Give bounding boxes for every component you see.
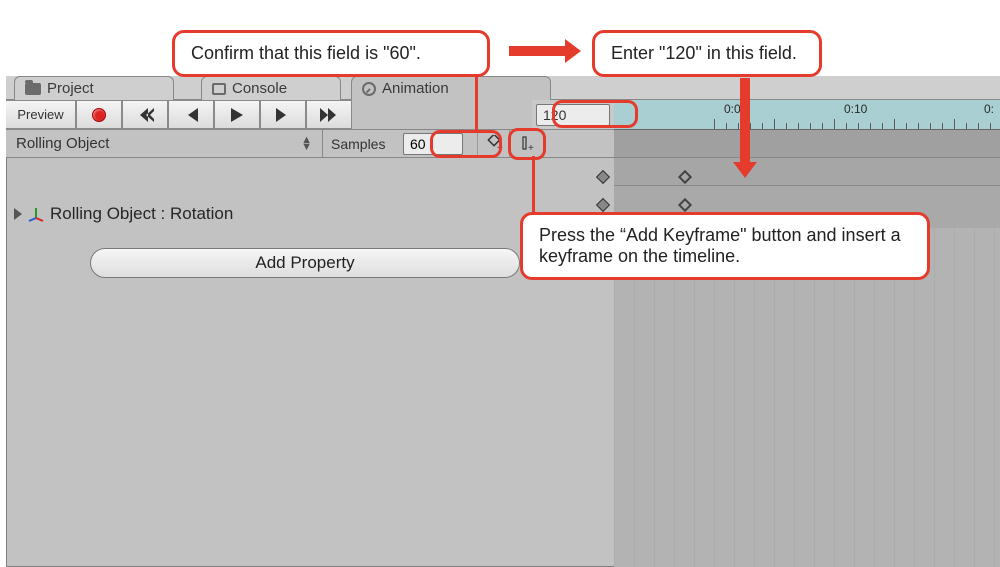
ruler-tick — [834, 119, 835, 129]
timeline-ruler[interactable]: 0:00 0:10 0: — [614, 100, 1000, 130]
ruler-tick — [726, 123, 727, 129]
go-to-end-button[interactable] — [306, 100, 352, 129]
go-to-start-button[interactable] — [122, 100, 168, 129]
ruler-tick — [714, 119, 715, 129]
ruler-tick — [738, 123, 739, 129]
record-icon — [92, 108, 106, 122]
ruler-tick — [786, 123, 787, 129]
svg-text:+: + — [528, 143, 534, 153]
folder-icon — [25, 83, 41, 95]
annotation-enter-120: Enter "120" in this field. — [592, 30, 822, 77]
preview-label: Preview — [17, 107, 63, 122]
dropdown-arrows-icon: ▲▼ — [301, 137, 312, 151]
ruler-tick — [906, 123, 907, 129]
arrow-icon — [509, 46, 567, 56]
toolbar-spacer — [352, 100, 532, 129]
next-key-icon — [276, 108, 290, 122]
current-frame-wrap — [532, 100, 614, 129]
ruler-tick — [750, 123, 751, 129]
annotation-connector — [475, 74, 478, 132]
tab-animation[interactable]: Animation — [351, 76, 551, 100]
clip-name: Rolling Object — [16, 135, 109, 152]
ruler-tick — [870, 123, 871, 129]
ruler-tick — [990, 123, 991, 129]
add-event-icon: + — [517, 135, 535, 153]
clip-dropdown[interactable]: Rolling Object ▲▼ — [6, 130, 323, 157]
preview-toggle[interactable]: Preview — [6, 100, 76, 129]
prev-key-icon — [184, 108, 198, 122]
tab-label: Console — [232, 80, 287, 97]
ruler-tick — [810, 123, 811, 129]
arrow-icon — [740, 78, 750, 164]
add-keyframe-button[interactable]: + — [477, 130, 509, 157]
annotation-confirm-60: Confirm that this field is "60". — [172, 30, 490, 77]
property-track-label: Rolling Object : Rotation — [50, 204, 233, 224]
ruler-tick — [918, 123, 919, 129]
ruler-tick — [846, 123, 847, 129]
ruler-tick — [954, 119, 955, 129]
ruler-tick — [762, 123, 763, 129]
annotation-text: Enter "120" in this field. — [611, 43, 797, 63]
annotation-text: Confirm that this field is "60". — [191, 43, 421, 63]
skip-end-icon — [320, 108, 338, 122]
add-property-button[interactable]: Add Property — [90, 248, 520, 278]
transform-axis-icon — [28, 206, 44, 222]
ruler-tick — [894, 119, 895, 129]
animation-toolbar: Preview — [6, 100, 614, 130]
current-frame-field[interactable] — [536, 104, 610, 126]
ruler-tick — [978, 123, 979, 129]
ruler-tick — [774, 119, 775, 129]
console-icon — [212, 83, 226, 95]
next-keyframe-button[interactable] — [260, 100, 306, 129]
record-button[interactable] — [76, 100, 122, 129]
clock-icon — [362, 82, 376, 96]
ruler-tick — [822, 123, 823, 129]
tab-label: Project — [47, 80, 94, 97]
svg-text:+: + — [497, 143, 503, 153]
skip-start-icon — [136, 108, 154, 122]
dopesheet-row[interactable] — [614, 158, 1000, 186]
tab-bar: Project Console Animation — [6, 76, 1000, 100]
ruler-tick — [882, 123, 883, 129]
add-property-label: Add Property — [255, 253, 354, 273]
tab-project[interactable]: Project — [14, 76, 174, 100]
time-label: 0: — [984, 102, 994, 116]
expand-triangle-icon[interactable] — [14, 208, 22, 220]
samples-field[interactable] — [403, 133, 463, 155]
ruler-tick — [966, 123, 967, 129]
time-label: 0:10 — [844, 102, 867, 116]
tab-label: Animation — [382, 80, 449, 97]
ruler-tick — [798, 123, 799, 129]
prev-keyframe-button[interactable] — [168, 100, 214, 129]
samples-label: Samples — [323, 130, 403, 157]
add-keyframe-icon: + — [485, 135, 503, 153]
play-button[interactable] — [214, 100, 260, 129]
annotation-add-keyframe: Press the “Add Keyframe" button and inse… — [520, 212, 930, 280]
dopesheet-summary-row[interactable] — [614, 130, 1000, 158]
add-event-button[interactable]: + — [509, 130, 541, 157]
play-icon — [231, 108, 243, 122]
annotation-connector — [532, 156, 535, 214]
ruler-tick — [930, 123, 931, 129]
tab-console[interactable]: Console — [201, 76, 341, 100]
clip-row: Rolling Object ▲▼ Samples + + — [6, 130, 614, 158]
ruler-tick — [858, 123, 859, 129]
ruler-tick — [942, 123, 943, 129]
annotation-text: Press the “Add Keyframe" button and inse… — [539, 225, 901, 266]
